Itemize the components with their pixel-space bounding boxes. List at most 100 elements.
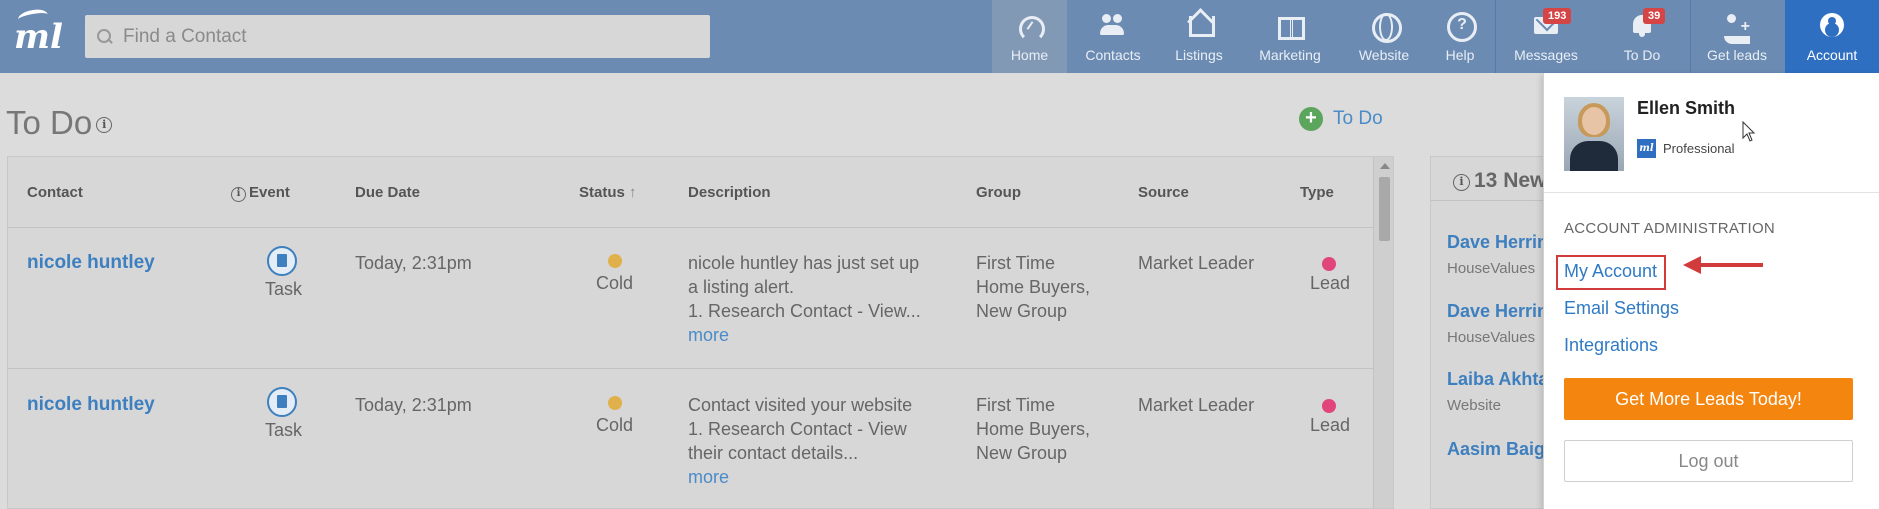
nav-website[interactable]: Website bbox=[1348, 0, 1420, 73]
type-label: Lead bbox=[1310, 273, 1351, 293]
status-label: Cold bbox=[596, 415, 634, 435]
add-todo-button[interactable]: + To Do bbox=[1299, 107, 1383, 131]
group: First Time Home Buyers, New Group bbox=[976, 251, 1090, 323]
plus-icon: + bbox=[1299, 107, 1323, 131]
table-scrollbar[interactable] bbox=[1373, 157, 1393, 508]
nav-listings-label: Listings bbox=[1175, 47, 1223, 63]
lead-name-link[interactable]: Dave Herrin bbox=[1447, 301, 1548, 322]
description-line: a listing alert. bbox=[688, 277, 795, 297]
lead-type-dot bbox=[1322, 257, 1336, 271]
nav-todo[interactable]: To Do bbox=[1599, 0, 1685, 73]
nav-contacts-label: Contacts bbox=[1085, 47, 1141, 63]
help-icon bbox=[1447, 12, 1477, 42]
column-header-status[interactable]: Status ↑ bbox=[579, 184, 637, 201]
lead-name-link[interactable]: Aasim Baig bbox=[1447, 439, 1545, 460]
section-label: ACCOUNT ADMINISTRATION bbox=[1564, 220, 1776, 237]
page-title-text: To Do bbox=[6, 104, 93, 141]
add-user-icon bbox=[1724, 12, 1750, 44]
plan-label: Professional bbox=[1663, 141, 1735, 156]
lead-source: HouseValues bbox=[1447, 329, 1536, 346]
due-date: Today, 2:31pm bbox=[355, 253, 472, 273]
column-header-event-label: Event bbox=[249, 184, 290, 201]
email-settings-link[interactable]: Email Settings bbox=[1564, 298, 1679, 319]
new-leads-count: 13 New bbox=[1474, 169, 1547, 192]
integrations-link[interactable]: Integrations bbox=[1564, 335, 1658, 356]
description: nicole huntley has just set up a listing… bbox=[688, 251, 928, 347]
nav-divider bbox=[1690, 0, 1691, 73]
cold-status-dot bbox=[608, 396, 622, 410]
scroll-up-arrow-icon[interactable] bbox=[1380, 163, 1390, 169]
globe-icon bbox=[1371, 12, 1402, 43]
nav-marketing-label: Marketing bbox=[1259, 47, 1321, 63]
search-icon bbox=[97, 28, 113, 45]
todo-count-badge: 39 bbox=[1643, 8, 1666, 24]
plan-badge: ml Professional bbox=[1637, 139, 1735, 158]
column-header-contact[interactable]: Contact bbox=[27, 184, 83, 201]
messages-count-badge: 193 bbox=[1543, 8, 1572, 24]
group: First Time Home Buyers, New Group bbox=[976, 393, 1090, 465]
add-todo-label: To Do bbox=[1333, 108, 1383, 129]
lead-name-link[interactable]: Dave Herrin bbox=[1447, 232, 1548, 253]
cold-status-dot bbox=[608, 254, 622, 268]
avatar bbox=[1564, 97, 1624, 171]
more-link[interactable]: more bbox=[688, 323, 928, 347]
description-line: 1. Research Contact - View bbox=[688, 419, 907, 439]
annotation-arrow-icon bbox=[1683, 256, 1763, 274]
top-nav-bar: ml Home Contacts Listings Marketing Webs… bbox=[0, 0, 1879, 73]
event-label: Task bbox=[265, 279, 303, 299]
info-icon[interactable]: i bbox=[96, 117, 113, 133]
lead-source: Website bbox=[1447, 397, 1501, 414]
page-title: To Do i bbox=[6, 104, 113, 142]
house-icon bbox=[1186, 12, 1215, 38]
todo-table: Contact i Event Due Date Status ↑ Descrip… bbox=[7, 156, 1394, 509]
get-more-leads-button[interactable]: Get More Leads Today! bbox=[1564, 378, 1853, 420]
column-header-due-date[interactable]: Due Date bbox=[355, 184, 420, 201]
account-icon bbox=[1819, 12, 1845, 38]
contact-link[interactable]: nicole huntley bbox=[27, 393, 155, 417]
my-account-link[interactable]: My Account bbox=[1564, 261, 1657, 282]
nav-divider bbox=[1495, 0, 1496, 73]
nav-home[interactable]: Home bbox=[992, 0, 1067, 73]
task-icon[interactable] bbox=[267, 387, 297, 417]
column-header-source[interactable]: Source bbox=[1138, 184, 1189, 201]
book-icon bbox=[1277, 12, 1305, 40]
group-line: Home Buyers, bbox=[976, 277, 1091, 297]
description-line: 1. Research Contact - View... bbox=[688, 301, 921, 321]
column-header-status-label: Status bbox=[579, 184, 625, 201]
nav-listings[interactable]: Listings bbox=[1163, 0, 1235, 73]
description-line: their contact details... bbox=[688, 443, 859, 463]
info-icon[interactable]: i bbox=[231, 187, 246, 202]
new-leads-heading: i 13 New bbox=[1431, 157, 1549, 201]
nav-help-label: Help bbox=[1445, 47, 1475, 63]
description-line: Contact visited your website bbox=[688, 395, 913, 415]
sort-ascending-icon: ↑ bbox=[629, 184, 637, 201]
source: Market Leader bbox=[1138, 395, 1255, 415]
nav-contacts[interactable]: Contacts bbox=[1077, 0, 1149, 73]
column-header-type[interactable]: Type bbox=[1300, 184, 1334, 201]
description: Contact visited your website 1. Research… bbox=[688, 393, 928, 489]
nav-account-label: Account bbox=[1806, 47, 1858, 63]
column-header-description[interactable]: Description bbox=[688, 184, 771, 201]
due-date: Today, 2:31pm bbox=[355, 395, 472, 415]
marketleader-logo-icon: ml bbox=[1637, 139, 1656, 158]
logout-button[interactable]: Log out bbox=[1564, 440, 1853, 482]
nav-home-label: Home bbox=[1010, 47, 1049, 63]
type-label: Lead bbox=[1310, 415, 1351, 435]
row-divider bbox=[8, 368, 1373, 369]
column-header-event[interactable]: i Event bbox=[231, 184, 290, 202]
contact-link[interactable]: nicole huntley bbox=[27, 251, 155, 275]
nav-account[interactable]: Account bbox=[1785, 0, 1879, 73]
info-icon[interactable]: i bbox=[1453, 174, 1470, 191]
nav-get-leads-label: Get leads bbox=[1707, 47, 1767, 63]
lead-name-link[interactable]: Laiba Akhta bbox=[1447, 369, 1548, 390]
contact-search[interactable] bbox=[85, 15, 710, 58]
nav-marketing[interactable]: Marketing bbox=[1250, 0, 1330, 73]
task-icon[interactable] bbox=[267, 246, 297, 276]
more-link[interactable]: more bbox=[688, 465, 928, 489]
marketleader-logo[interactable]: ml bbox=[14, 7, 63, 58]
column-header-group[interactable]: Group bbox=[976, 184, 1021, 201]
nav-help[interactable]: Help bbox=[1430, 0, 1490, 73]
scroll-thumb[interactable] bbox=[1379, 177, 1390, 241]
search-input[interactable] bbox=[123, 25, 683, 48]
nav-get-leads[interactable]: Get leads bbox=[1692, 0, 1782, 73]
